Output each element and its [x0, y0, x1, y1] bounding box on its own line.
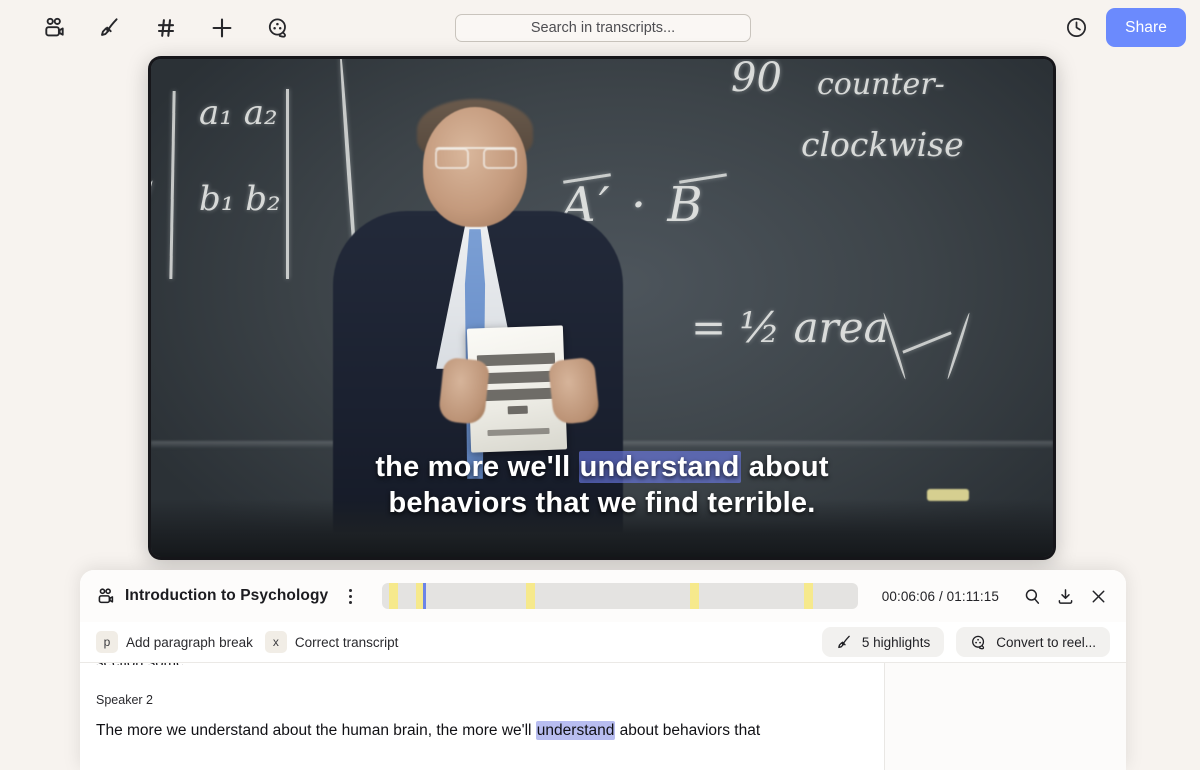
- transcript-side-column: [884, 663, 1126, 770]
- timeline-playhead[interactable]: [423, 583, 427, 609]
- add-paragraph-break-shortcut[interactable]: p Add paragraph break: [96, 631, 253, 653]
- caption-text-pre: the more we'll: [375, 451, 579, 484]
- transcript-highlight[interactable]: understand: [535, 721, 616, 740]
- caption-highlight: understand: [578, 451, 741, 484]
- transcript-toolbar: p Add paragraph break x Correct transcri…: [80, 622, 1126, 662]
- transcript-panel: Introduction to Psychology 00:06:06 / 01…: [80, 570, 1126, 770]
- transcript-body: section some. Speaker 2 The more we unde…: [80, 662, 1126, 770]
- transcript-text-post: about behaviors that: [615, 722, 761, 739]
- time-display: 00:06:06 / 01:11:15: [881, 588, 999, 604]
- download-icon[interactable]: [1056, 587, 1075, 606]
- video-player[interactable]: a₁ a₂ b₁ b₂ 90 counter- clockwise A′ · B…: [148, 56, 1056, 560]
- search-icon[interactable]: [1023, 587, 1042, 606]
- video-captions: the more we'll understand about behavior…: [151, 450, 1053, 521]
- highlights-label: 5 highlights: [861, 634, 931, 650]
- clock-icon[interactable]: [1058, 10, 1094, 46]
- timeline-marker[interactable]: [690, 583, 700, 609]
- video-clip-icon[interactable]: [36, 10, 72, 46]
- highlighter-icon: [836, 634, 853, 651]
- share-button[interactable]: Share: [1106, 8, 1186, 47]
- film-reel-icon[interactable]: [260, 10, 296, 46]
- shortcut-label: Correct transcript: [294, 634, 399, 650]
- search-container: [455, 14, 751, 42]
- shortcut-label: Add paragraph break: [126, 634, 253, 650]
- convert-to-reel-label: Convert to reel...: [996, 634, 1096, 650]
- lecturer-hand-right: [547, 356, 601, 426]
- toolbar-tool-group: [0, 10, 296, 46]
- search-input[interactable]: [455, 14, 751, 42]
- timeline-scrubber[interactable]: [382, 583, 858, 609]
- caption-line-2: behaviors that we find terrible.: [388, 486, 816, 519]
- kebab-menu-icon[interactable]: [340, 584, 360, 608]
- toolbar-right-group: Share: [1058, 8, 1186, 47]
- close-icon[interactable]: [1089, 587, 1108, 606]
- plus-icon[interactable]: [204, 10, 240, 46]
- timeline-marker[interactable]: [804, 583, 814, 609]
- lecturer-glasses: [435, 147, 517, 169]
- hashtag-icon[interactable]: [148, 10, 184, 46]
- lecturer-hand-left: [437, 356, 491, 426]
- transcript-text-column[interactable]: section some. Speaker 2 The more we unde…: [80, 663, 884, 770]
- caption-text-post: about: [740, 451, 829, 484]
- transcript-panel-header: Introduction to Psychology 00:06:06 / 01…: [80, 570, 1126, 622]
- panel-header-icons: [1023, 587, 1108, 606]
- caption-line-1: the more we'll understand about: [191, 450, 1013, 485]
- video-frame: a₁ a₂ b₁ b₂ 90 counter- clockwise A′ · B…: [151, 59, 1053, 557]
- top-toolbar: Share: [0, 0, 1200, 56]
- kbd-badge: x: [264, 631, 287, 653]
- transcript-speaker: Speaker 2: [96, 693, 153, 707]
- correct-transcript-shortcut[interactable]: x Correct transcript: [264, 631, 399, 653]
- timeline-marker[interactable]: [525, 583, 535, 609]
- convert-to-reel-button[interactable]: Convert to reel...: [956, 627, 1110, 657]
- transcript-line[interactable]: The more we understand about the human b…: [96, 720, 868, 742]
- page-title: Introduction to Psychology: [125, 587, 329, 604]
- video-clip-icon: [96, 587, 115, 606]
- kbd-badge: p: [96, 631, 118, 653]
- highlights-button[interactable]: 5 highlights: [821, 627, 945, 657]
- highlighter-icon[interactable]: [92, 10, 128, 46]
- transcript-text-pre: The more we understand about the human b…: [96, 722, 536, 739]
- film-reel-icon: [970, 634, 987, 651]
- timeline-marker[interactable]: [388, 583, 398, 609]
- transcript-previous-line: section some.: [96, 663, 868, 665]
